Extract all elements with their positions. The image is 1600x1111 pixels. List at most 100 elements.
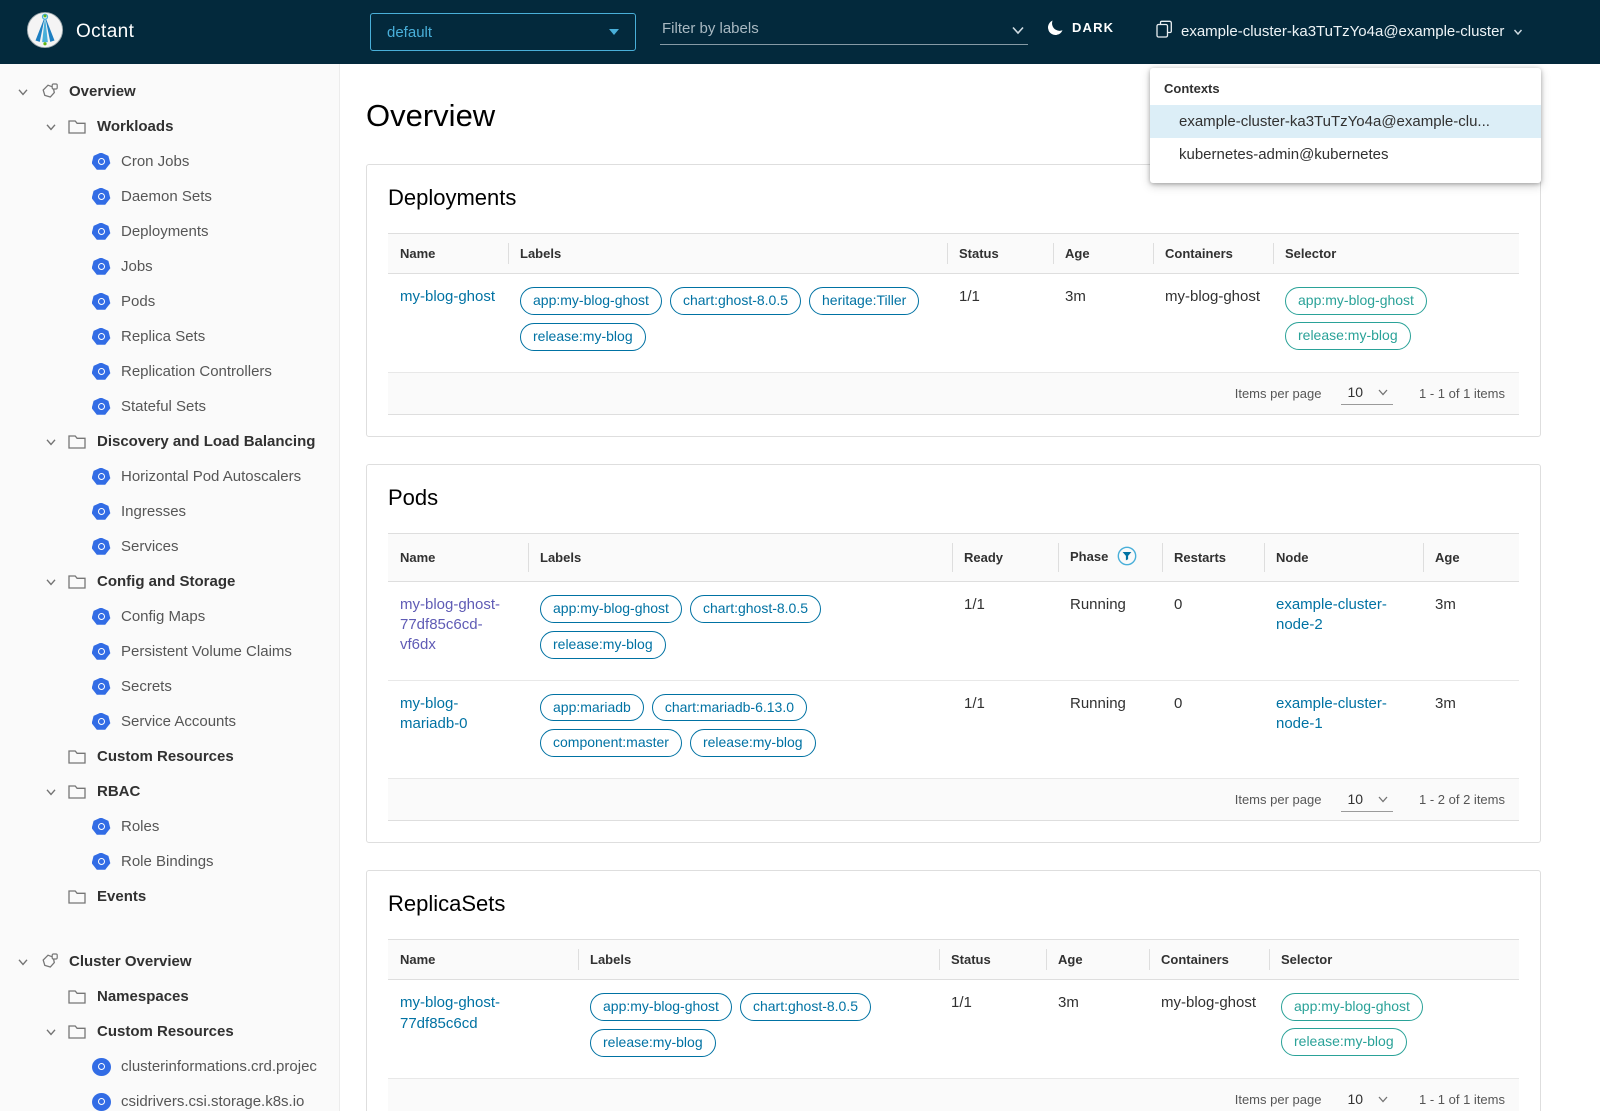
app-brand[interactable]: Octant [26, 11, 134, 54]
resource-link[interactable]: my-blog-ghost-77df85c6cd [400, 994, 500, 1031]
resource-link[interactable]: my-blog-ghost-77df85c6cd-vf6dx [400, 596, 500, 654]
label-tag[interactable]: app:my-blog-ghost [590, 993, 732, 1022]
label-tag[interactable]: app:my-blog-ghost [540, 594, 682, 623]
sidebar-item-config-and-storage[interactable]: Config and Storage [0, 564, 339, 599]
selector-tag[interactable]: release:my-blog [1281, 1028, 1407, 1057]
sidebar-item-discovery-and-load-balancing[interactable]: Discovery and Load Balancing [0, 424, 339, 459]
table-cell: app:my-blog-ghost chart:ghost-8.0.5 releas… [528, 581, 952, 681]
label-tag[interactable]: release:my-blog [689, 729, 816, 758]
table-cell: my-blog-mariadb-0 [388, 680, 528, 780]
sidebar-item-jobs[interactable]: Jobs [0, 249, 339, 284]
cell-text: 3m [1058, 994, 1079, 1012]
label-tag[interactable]: chart:ghost-8.0.5 [689, 594, 822, 623]
chevron-down-icon[interactable] [38, 786, 64, 798]
sidebar-item-label: Custom Resources [97, 1023, 234, 1040]
column-header-age: Age [1053, 233, 1153, 274]
pagination-range: 1 - 1 of 1 items [1419, 1092, 1505, 1108]
selector-tag[interactable]: release:my-blog [1285, 321, 1411, 350]
sidebar-item-workloads[interactable]: Workloads [0, 109, 339, 144]
column-header-status: Status [939, 939, 1046, 981]
page-size-select[interactable]: 10 [1341, 788, 1394, 812]
sidebar-item-role-bindings[interactable]: Role Bindings [0, 844, 339, 879]
sidebar-item-clusterinformations-crd-projec[interactable]: clusterinformations.crd.projec [0, 1049, 339, 1084]
table-cell: app:my-blog-ghost chart:ghost-8.0.5 herita… [508, 273, 947, 373]
cell-text: 1/1 [964, 595, 985, 613]
persistent-volume-claims-icon [88, 642, 114, 661]
sidebar-item-deployments[interactable]: Deployments [0, 214, 339, 249]
sidebar-item-roles[interactable]: Roles [0, 809, 339, 844]
card-title: ReplicaSets [388, 891, 506, 917]
sidebar-item-custom-resources[interactable]: Custom Resources [0, 1014, 339, 1049]
label-tag[interactable]: chart:ghost-8.0.5 [669, 287, 802, 315]
chevron-down-icon[interactable] [38, 1026, 64, 1038]
context-menu-item-example-cluster-ka3tutzyo4a-example-clu[interactable]: example-cluster-ka3TuTzYo4a@example-clu.… [1150, 105, 1541, 138]
resource-link[interactable]: my-blog-ghost [400, 288, 495, 305]
page-size-select[interactable]: 10 [1341, 1088, 1394, 1111]
chevron-down-icon[interactable] [1010, 22, 1026, 38]
sidebar-item-pods[interactable]: Pods [0, 284, 339, 319]
label-tag[interactable]: app:mariadb [540, 693, 644, 722]
folder-icon [64, 889, 90, 904]
resource-link[interactable]: example-cluster-node-1 [1276, 695, 1387, 732]
column-filter-icon[interactable] [1117, 546, 1137, 569]
sidebar-item-services[interactable]: Services [0, 529, 339, 564]
chevron-down-icon[interactable] [38, 121, 64, 133]
sidebar-item-replica-sets[interactable]: Replica Sets [0, 319, 339, 354]
sidebar-item-namespaces[interactable]: Namespaces [0, 979, 339, 1014]
sidebar-item-ingresses[interactable]: Ingresses [0, 494, 339, 529]
chevron-down-icon[interactable] [10, 956, 36, 968]
label-filter [660, 14, 1028, 45]
selector-row: app:my-blog-ghost [1281, 993, 1507, 1022]
label-tag[interactable]: heritage:Tiller [809, 287, 920, 315]
sidebar-item-config-maps[interactable]: Config Maps [0, 599, 339, 634]
sidebar-item-secrets[interactable]: Secrets [0, 669, 339, 704]
dark-theme-toggle[interactable]: DARK [1048, 20, 1114, 35]
sidebar-item-persistent-volume-claims[interactable]: Persistent Volume Claims [0, 634, 339, 669]
column-header-label: Labels [540, 549, 582, 565]
sidebar-item-daemon-sets[interactable]: Daemon Sets [0, 179, 339, 214]
octant-logo-icon [26, 11, 64, 54]
filter-by-labels-input[interactable] [660, 14, 1028, 45]
sidebar-item-service-accounts[interactable]: Service Accounts [0, 704, 339, 739]
context-menu-item-kubernetes-admin-kubernetes[interactable]: kubernetes-admin@kubernetes [1150, 138, 1541, 171]
table-row: my-blog-ghost app:my-blog-ghost chart:ghos… [388, 273, 1519, 373]
table-cell: example-cluster-node-1 [1264, 680, 1423, 780]
chevron-down-icon [1512, 26, 1524, 38]
selector-tag[interactable]: app:my-blog-ghost [1285, 287, 1427, 315]
card-title: Pods [388, 484, 439, 510]
sidebar-item-label: Namespaces [97, 988, 189, 1005]
label-tag[interactable]: component:master [540, 729, 682, 758]
label-tag[interactable]: release:my-blog [540, 630, 666, 659]
resource-link[interactable]: example-cluster-node-2 [1276, 596, 1387, 633]
sidebar-item-stateful-sets[interactable]: Stateful Sets [0, 389, 339, 424]
chevron-down-icon[interactable] [38, 436, 64, 448]
cell-text: 3m [1435, 694, 1456, 712]
sidebar-item-overview[interactable]: Overview [0, 74, 339, 109]
sidebar-item-cluster-overview[interactable]: Cluster Overview [0, 944, 339, 979]
label-tag[interactable]: chart:ghost-8.0.5 [739, 993, 872, 1022]
sidebar-item-custom-resources[interactable]: Custom Resources [0, 739, 339, 774]
label-tag[interactable]: app:my-blog-ghost [520, 287, 662, 315]
chevron-down-icon[interactable] [10, 86, 36, 98]
folder-icon [64, 119, 90, 134]
sidebar-item-label: Cluster Overview [69, 953, 192, 970]
page-size-select[interactable]: 10 [1341, 381, 1394, 406]
sidebar-item-replication-controllers[interactable]: Replication Controllers [0, 354, 339, 389]
column-header-selector: Selector [1269, 939, 1519, 981]
sidebar-item-events[interactable]: Events [0, 879, 339, 914]
column-header-label: Containers [1165, 246, 1233, 261]
label-tag[interactable]: release:my-blog [520, 322, 646, 351]
table-cell: app:my-blog-ghost release:my-blog [1269, 979, 1519, 1080]
label-tag[interactable]: release:my-blog [590, 1029, 716, 1058]
column-header-label: Selector [1281, 952, 1333, 968]
selector-tag[interactable]: app:my-blog-ghost [1281, 993, 1423, 1022]
label-tag[interactable]: chart:mariadb-6.13.0 [651, 693, 808, 722]
sidebar-item-cron-jobs[interactable]: Cron Jobs [0, 144, 339, 179]
sidebar-item-csidrivers-csi-storage-k8s-io[interactable]: csidrivers.csi.storage.k8s.io [0, 1084, 339, 1111]
resource-link[interactable]: my-blog-mariadb-0 [400, 695, 468, 732]
sidebar-item-horizontal-pod-autoscalers[interactable]: Horizontal Pod Autoscalers [0, 459, 339, 494]
chevron-down-icon[interactable] [38, 576, 64, 588]
namespace-select[interactable]: default [370, 13, 636, 51]
context-selector[interactable]: example-cluster-ka3TuTzYo4a@example-clus… [1156, 20, 1524, 43]
sidebar-item-rbac[interactable]: RBAC [0, 774, 339, 809]
